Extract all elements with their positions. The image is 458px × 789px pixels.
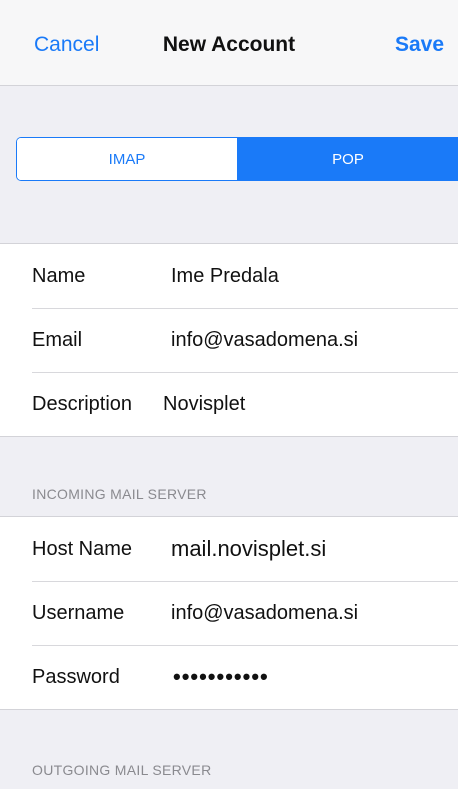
- description-label: Description: [32, 392, 133, 415]
- account-type-segmented-control: IMAP POP: [16, 137, 458, 181]
- name-field[interactable]: Ime Predala: [171, 265, 279, 288]
- username-row[interactable]: Username info@vasadomena.si: [0, 581, 458, 645]
- page-title: New Account: [162, 33, 296, 56]
- password-field[interactable]: •••••••••••: [173, 664, 269, 690]
- host-name-row[interactable]: Host Name mail.novisplet.si: [0, 517, 458, 581]
- new-account-screen: Cancel New Account Save IMAP POP Name Im…: [0, 0, 458, 789]
- host-name-field[interactable]: mail.novisplet.si: [171, 536, 326, 562]
- email-row[interactable]: Email info@vasadomena.si: [0, 308, 458, 372]
- description-field[interactable]: Novisplet: [163, 393, 245, 416]
- navigation-bar: Cancel New Account Save: [0, 0, 458, 86]
- incoming-server-group: Host Name mail.novisplet.si Username inf…: [0, 516, 458, 710]
- description-row[interactable]: Description Novisplet: [0, 372, 458, 436]
- email-label: Email: [32, 328, 83, 351]
- host-name-label: Host Name: [32, 537, 133, 560]
- incoming-mail-server-header: INCOMING MAIL SERVER: [32, 486, 207, 502]
- outgoing-mail-server-header: OUTGOING MAIL SERVER: [32, 762, 212, 778]
- username-field[interactable]: info@vasadomena.si: [171, 602, 358, 625]
- username-label: Username: [32, 601, 125, 624]
- pop-segment[interactable]: POP: [238, 138, 458, 180]
- name-label: Name: [32, 264, 86, 287]
- imap-segment[interactable]: IMAP: [17, 138, 238, 180]
- password-row[interactable]: Password •••••••••••: [0, 645, 458, 709]
- password-label: Password: [32, 665, 120, 688]
- save-button[interactable]: Save: [395, 33, 444, 57]
- email-field[interactable]: info@vasadomena.si: [171, 329, 358, 352]
- account-info-group: Name Ime Predala Email info@vasadomena.s…: [0, 243, 458, 437]
- name-row[interactable]: Name Ime Predala: [0, 244, 458, 308]
